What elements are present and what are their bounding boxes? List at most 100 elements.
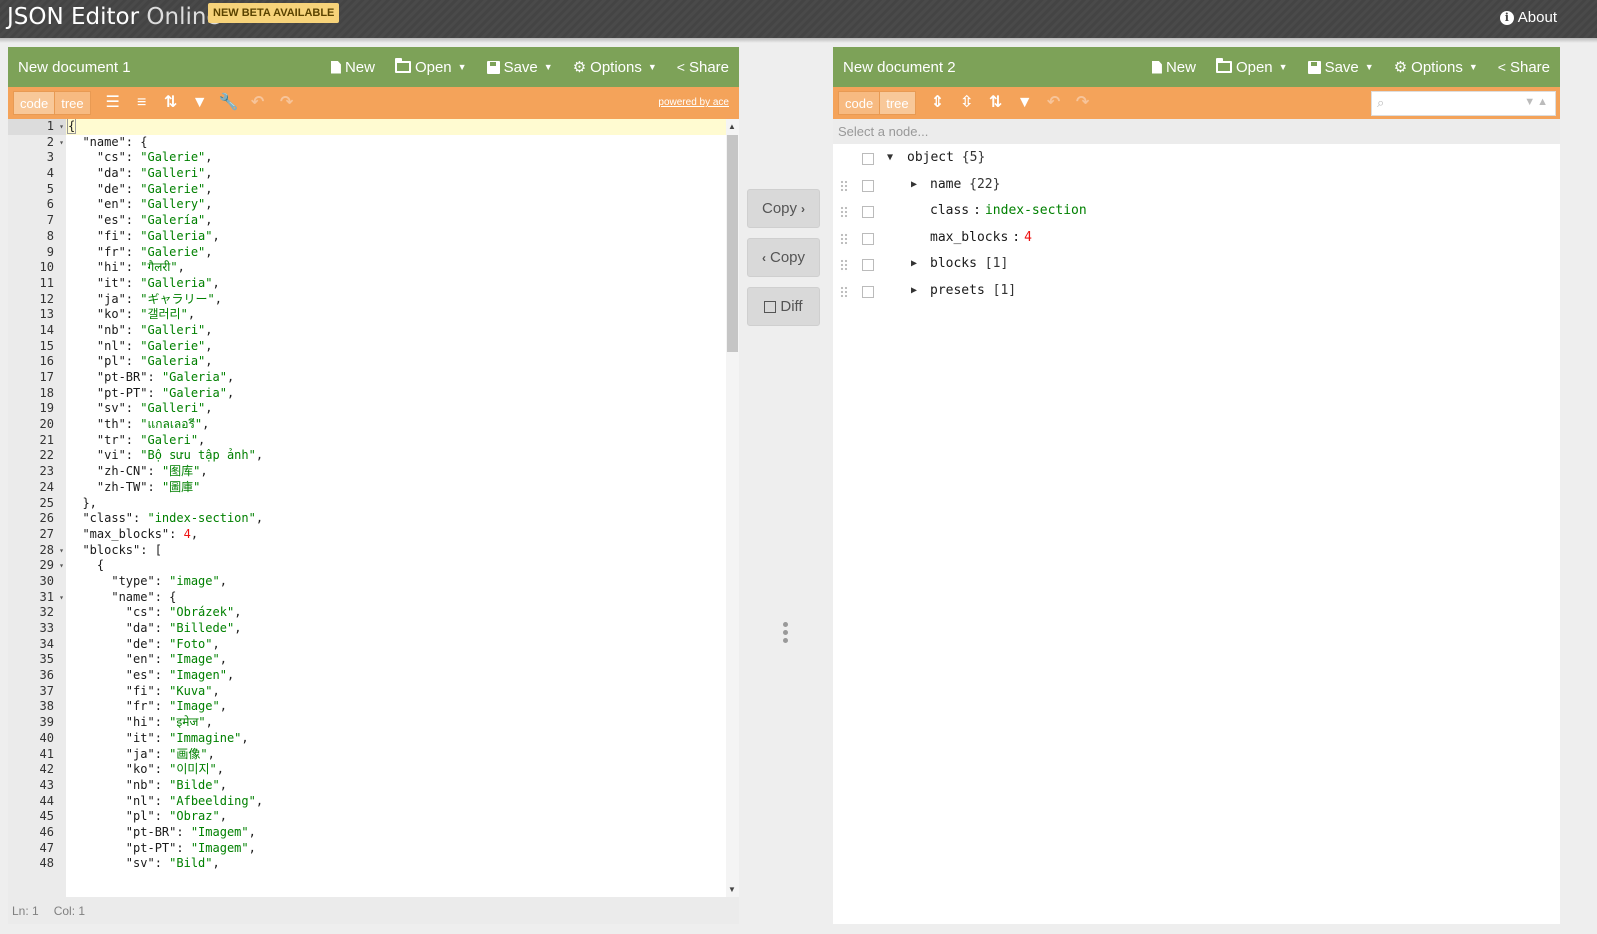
code-line[interactable]: 37 "fi": "Kuva", (8, 684, 726, 700)
tree-node[interactable]: max_blocks:4 (833, 226, 1560, 253)
compact-json-icon[interactable]: ≡ (130, 91, 154, 115)
filter-icon[interactable]: ▼ (1013, 91, 1037, 115)
tree-view[interactable]: ▼ object {5} ▶ name {22} class: index-section… (833, 144, 1560, 306)
tree-node-field[interactable]: object {5} (907, 150, 985, 165)
fold-toggle-icon[interactable]: ▾ (59, 543, 64, 559)
code-lines[interactable]: 1 ▾{2 ▾ "name": {3 "cs": "Galerie", 4 "da":… (8, 119, 726, 872)
tree-node-value[interactable]: index-section (985, 203, 1087, 218)
left-share-button[interactable]: < Share (677, 59, 729, 76)
drag-handle-icon[interactable] (840, 179, 848, 193)
right-save-button[interactable]: Save ▼ (1307, 59, 1374, 76)
code-line[interactable]: 22 "vi": "Bộ sưu tập ảnh", (8, 448, 726, 464)
code-line[interactable]: 32 "cs": "Obrázek", (8, 605, 726, 621)
sort-icon[interactable]: ⇅ (159, 91, 183, 115)
code-line[interactable]: 29 ▾ { (8, 558, 726, 574)
tree-node[interactable]: class: index-section (833, 199, 1560, 226)
undo-icon[interactable]: ↶ (1042, 91, 1066, 115)
beta-badge[interactable]: NEW BETA AVAILABLE (208, 3, 340, 23)
redo-icon[interactable]: ↷ (275, 91, 299, 115)
scrollbar-thumb[interactable] (727, 135, 738, 352)
code-line[interactable]: 27 "max_blocks": 4, (8, 527, 726, 543)
tree-node-key[interactable]: object (907, 150, 954, 165)
redo-icon[interactable]: ↷ (1071, 91, 1095, 115)
code-line[interactable]: 47 "pt-PT": "Imagem", (8, 841, 726, 857)
context-menu-icon[interactable] (862, 259, 874, 272)
repair-wrench-icon[interactable]: 🔧 (217, 91, 241, 115)
tree-node-key[interactable]: max_blocks (930, 230, 1008, 245)
code-line[interactable]: 14 "nb": "Galleri", (8, 323, 726, 339)
code-line[interactable]: 23 "zh-CN": "图库", (8, 464, 726, 480)
right-open-button[interactable]: Open ▼ (1215, 58, 1288, 76)
tree-node-key[interactable]: blocks (930, 256, 977, 271)
tree-node-field[interactable]: presets [1] (930, 283, 1016, 298)
code-line[interactable]: 35 "en": "Image", (8, 652, 726, 668)
code-line[interactable]: 10 "hi": "गैलरी", (8, 260, 726, 276)
code-line[interactable]: 7 "es": "Galería", (8, 213, 726, 229)
fold-toggle-icon[interactable]: ▾ (59, 135, 64, 151)
code-line[interactable]: 28 ▾ "blocks": [ (8, 543, 726, 559)
scroll-down-icon[interactable]: ▼ (728, 885, 736, 894)
code-line[interactable]: 42 "ko": "이미지", (8, 762, 726, 778)
app-title[interactable]: JSON Editor Online (7, 4, 221, 30)
splitter-handle-icon[interactable] (781, 622, 789, 643)
tree-node[interactable]: ▶ name {22} (833, 173, 1560, 200)
left-mode-tree[interactable]: tree (55, 91, 91, 115)
expand-down-icon[interactable]: ▼ (887, 152, 893, 163)
code-line[interactable]: 12 "ja": "ギャラリー", (8, 292, 726, 308)
code-line[interactable]: 26 "class": "index-section", (8, 511, 726, 527)
tree-node-field[interactable]: class: index-section (930, 203, 1087, 218)
code-line[interactable]: 21 "tr": "Galeri", (8, 433, 726, 449)
context-menu-icon[interactable] (862, 285, 874, 298)
tree-node[interactable]: ▶ blocks [1] (833, 252, 1560, 279)
code-line[interactable]: 43 "nb": "Bilde", (8, 778, 726, 794)
filter-icon[interactable]: ▼ (188, 91, 212, 115)
code-line[interactable]: 44 "nl": "Afbeelding", (8, 794, 726, 810)
powered-by-ace-link[interactable]: powered by ace (658, 97, 729, 108)
diff-button[interactable]: Diff (747, 287, 820, 326)
code-editor[interactable]: 1 ▾{2 ▾ "name": {3 "cs": "Galerie", 4 "da":… (8, 119, 739, 897)
code-line[interactable]: 36 "es": "Imagen", (8, 668, 726, 684)
left-new-button[interactable]: New (330, 59, 375, 76)
left-options-button[interactable]: ⚙ Options ▼ (573, 59, 657, 76)
tree-node[interactable]: ▶ presets [1] (833, 279, 1560, 306)
fold-toggle-icon[interactable]: ▾ (59, 590, 64, 606)
context-menu-icon[interactable] (862, 206, 874, 219)
code-line[interactable]: 18 "pt-PT": "Galeria", (8, 386, 726, 402)
tree-node-field[interactable]: blocks [1] (930, 256, 1008, 271)
tree-node-key[interactable]: name (930, 177, 961, 192)
code-line[interactable]: 33 "da": "Billede", (8, 621, 726, 637)
code-line[interactable]: 34 "de": "Foto", (8, 637, 726, 653)
sort-icon[interactable]: ⇅ (984, 91, 1008, 115)
copy-to-right-button[interactable]: Copy › (747, 189, 820, 228)
code-line[interactable]: 9 "fr": "Galerie", (8, 245, 726, 261)
tree-node-value[interactable]: 4 (1024, 230, 1032, 245)
code-line[interactable]: 48 "sv": "Bild", (8, 856, 726, 872)
collapse-all-icon[interactable]: ⇳ (955, 91, 979, 115)
code-line[interactable]: 3 "cs": "Galerie", (8, 150, 726, 166)
context-menu-icon[interactable] (862, 179, 874, 192)
left-mode-code[interactable]: code (13, 91, 56, 115)
scroll-up-icon[interactable]: ▲ (728, 122, 736, 131)
drag-handle-icon[interactable] (840, 285, 848, 299)
code-line[interactable]: 46 "pt-BR": "Imagem", (8, 825, 726, 841)
code-line[interactable]: 19 "sv": "Galleri", (8, 401, 726, 417)
about-link[interactable]: i About (1499, 9, 1557, 26)
fold-toggle-icon[interactable]: ▾ (59, 119, 64, 135)
right-new-button[interactable]: New (1151, 59, 1196, 76)
code-line[interactable]: 45 "pl": "Obraz", (8, 809, 726, 825)
context-menu-icon[interactable] (862, 232, 874, 245)
code-line[interactable]: 40 "it": "Immagine", (8, 731, 726, 747)
tree-search-input[interactable]: ⌕ ▼▲ (1371, 91, 1556, 116)
code-vertical-scrollbar[interactable]: ▲ ▼ (726, 119, 739, 897)
code-line[interactable]: 31 ▾ "name": { (8, 590, 726, 606)
code-line[interactable]: 13 "ko": "갤러리", (8, 307, 726, 323)
code-line[interactable]: 38 "fr": "Image", (8, 699, 726, 715)
tree-node-key[interactable]: presets (930, 283, 985, 298)
code-line[interactable]: 17 "pt-BR": "Galeria", (8, 370, 726, 386)
code-line[interactable]: 6 "en": "Gallery", (8, 197, 726, 213)
expand-all-icon[interactable]: ⇕ (926, 91, 950, 115)
code-line[interactable]: 16 "pl": "Galeria", (8, 354, 726, 370)
undo-icon[interactable]: ↶ (246, 91, 270, 115)
fold-toggle-icon[interactable]: ▾ (59, 558, 64, 574)
code-line[interactable]: 2 ▾ "name": { (8, 135, 726, 151)
